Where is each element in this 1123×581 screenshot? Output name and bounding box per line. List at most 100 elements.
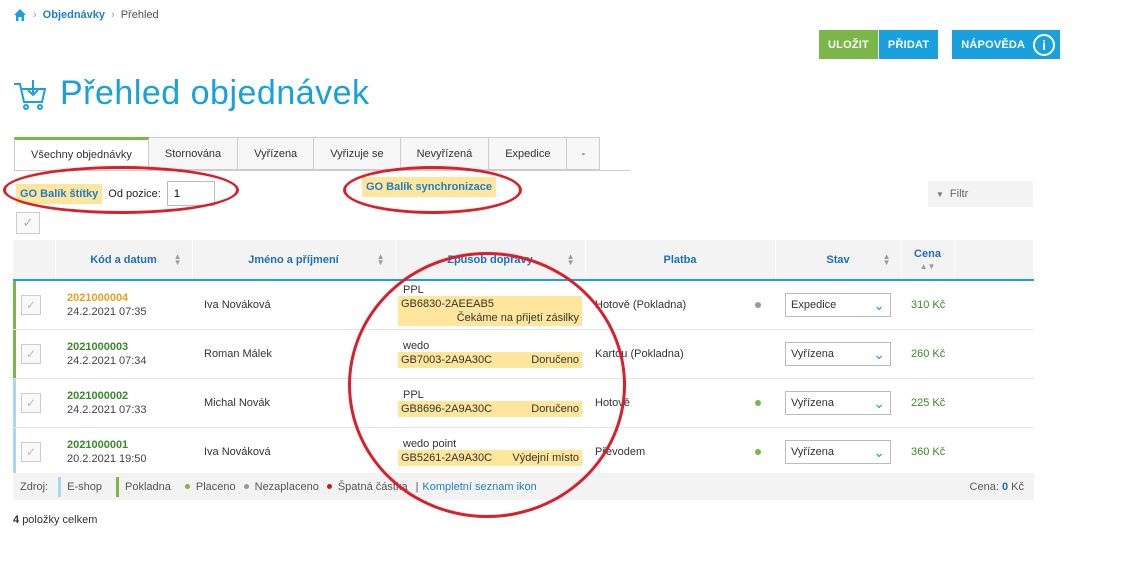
home-icon[interactable] [13,8,27,22]
tracking-number[interactable]: GB7003-2A9A30C [401,353,492,367]
toolbar: ULOŽIT PŘIDAT NÁPOVĚDA i [819,30,1061,59]
items-count: 4 položky celkem [13,514,98,526]
row-checkbox[interactable]: ✓ [21,442,41,462]
order-code[interactable]: 2021000002 [67,389,192,403]
status-tabs: Všechny objednávky Stornována Vyřízena V… [14,137,630,171]
order-date: 20.2.2021 19:50 [67,453,147,465]
order-date: 24.2.2021 07:33 [67,404,147,416]
payment-method: Kartou (Pokladna) [595,348,684,360]
col-price[interactable]: Cena ▲▼ [901,240,955,281]
legend-separator: | [415,480,419,493]
carrier-name: PPL [403,284,424,296]
order-price: 260 Kč [901,329,954,379]
chevron-down-icon: ⌄ [873,443,885,460]
shipping-status: Čekáme na přijetí zásilky [456,312,579,324]
table-row[interactable]: ✓ 2021000001 20.2.2021 19:50 Iva Nováková… [13,427,1034,477]
source-indicator: ✓ [13,379,55,427]
chevron-down-icon: ▼ [936,189,944,199]
order-code[interactable]: 2021000003 [67,340,192,354]
payment-method: Hotově (Pokladna) [595,299,687,311]
icons-list-link[interactable]: Kompletní seznam ikon [422,481,536,493]
tab-cancelled[interactable]: Stornována [148,137,239,170]
tracking-box: GB5261-2A9A30C Výdejní místo [398,450,582,466]
tracking-number[interactable]: GB8696-2A9A30C [401,402,492,416]
tab-done[interactable]: Vyřízena [238,137,315,170]
table-legend: Zdroj: E-shop Pokladna Placeno Nezaplace… [13,473,1034,500]
price-total: Cena: 0 Kč [969,480,1024,493]
customer-name: Iva Nováková [192,280,395,330]
col-shipping[interactable]: Způsob dopravy ▲ ▼ [395,240,586,281]
tracking-number[interactable]: GB6830-2AEEAB5 [401,297,494,311]
breadcrumb-link-orders[interactable]: Objednávky [43,9,105,21]
filter-toggle[interactable]: ▼ Filtr [928,181,1033,207]
carrier-name: PPL [403,389,424,401]
gobalik-labels-button[interactable]: GO Balík štítky [16,183,103,204]
carrier-name: wedo point [403,438,457,450]
state-select[interactable]: Vyřízena ⌄ [785,342,891,366]
col-select [13,240,56,281]
select-all-checkbox[interactable]: ✓ [16,212,40,234]
legend-eshop: E-shop [58,476,102,497]
col-state[interactable]: Stav ▲ ▼ [775,240,902,281]
page-title: Přehled objednávek [60,74,370,112]
col-name[interactable]: Jméno a příjmení ▲ ▼ [192,240,396,281]
source-label: Zdroj: [20,480,49,493]
row-checkbox[interactable]: ✓ [21,295,41,315]
tracking-box: GB6830-2AEEAB5 Čekáme na přijetí zásilky [398,296,582,326]
col-blank [954,240,1034,281]
legend-paid: Placeno [184,481,236,493]
chevron-down-icon: ⌄ [873,296,885,313]
tracking-number[interactable]: GB5261-2A9A30C [401,451,492,465]
table-row[interactable]: ✓ 2021000002 24.2.2021 07:33 Michal Novák… [13,378,1034,428]
table-row[interactable]: ✓ 2021000004 24.2.2021 07:35 Iva Nováková… [13,280,1034,330]
save-button[interactable]: ULOŽIT [819,30,878,59]
state-select[interactable]: Vyřízena ⌄ [785,440,891,464]
from-position-label: Od pozice: [108,187,161,200]
gobalik-sync-button[interactable]: GO Balík synchronizace [362,177,496,197]
tab-all[interactable]: Všechny objednávky [14,137,149,170]
page-heading: Přehled objednávek [12,74,370,113]
col-payment[interactable]: Platba [585,240,776,281]
customer-name: Michal Novák [192,378,395,428]
customer-name: Roman Málek [192,329,395,379]
legend-pokladna: Pokladna [115,476,171,497]
carrier-name: wedo [403,340,430,352]
order-code[interactable]: 2021000004 [67,291,192,305]
tab-more[interactable]: - [567,137,601,170]
chevron-down-icon: ⌄ [873,345,885,362]
filter-label: Filtr [949,188,969,200]
source-indicator: ✓ [13,281,55,329]
info-icon: i [1033,33,1056,56]
tab-dispatch[interactable]: Expedice [489,137,568,170]
table-row[interactable]: ✓ 2021000003 24.2.2021 07:34 Roman Málek … [13,329,1034,379]
gobalik-labels-bar: GO Balík štítky Od pozice: [16,181,215,206]
help-button[interactable]: NÁPOVĚDA i [952,30,1061,59]
col-code-date[interactable]: Kód a datum ▲ ▼ [55,240,193,281]
row-checkbox[interactable]: ✓ [21,344,41,364]
add-button[interactable]: PŘIDAT [878,30,939,59]
breadcrumb-separator: › [111,9,115,21]
breadcrumb-current: Přehled [120,9,159,21]
tab-pending[interactable]: Nevyřízená [400,137,490,170]
payment-status-dot [755,400,761,406]
source-indicator: ✓ [13,330,55,378]
order-code[interactable]: 2021000001 [67,438,192,452]
gobalik-sync-bar: GO Balík synchronizace [362,177,496,197]
state-select[interactable]: Vyřízena ⌄ [785,391,891,415]
sort-icon: ▲▼ [566,252,575,267]
row-checkbox[interactable]: ✓ [21,393,41,413]
breadcrumb-separator: › [33,9,37,21]
source-indicator: ✓ [13,428,55,476]
order-price: 360 Kč [901,427,954,477]
state-select[interactable]: Expedice ⌄ [785,293,891,317]
legend-bad-amount: Špatná částka [326,481,408,493]
orders-table: Kód a datum ▲ ▼ Jméno a příjmení ▲ ▼ Způsob … [13,240,1034,477]
tab-in-progress[interactable]: Vyřizuje se [314,137,401,170]
payment-status-dot [755,302,761,308]
order-price: 310 Kč [901,280,954,330]
cart-icon [14,79,47,110]
from-position-input[interactable] [166,181,215,206]
sort-icon: ▲▼ [919,261,936,271]
help-label: NÁPOVĚDA [961,38,1026,51]
payment-method: Převodem [595,446,646,458]
